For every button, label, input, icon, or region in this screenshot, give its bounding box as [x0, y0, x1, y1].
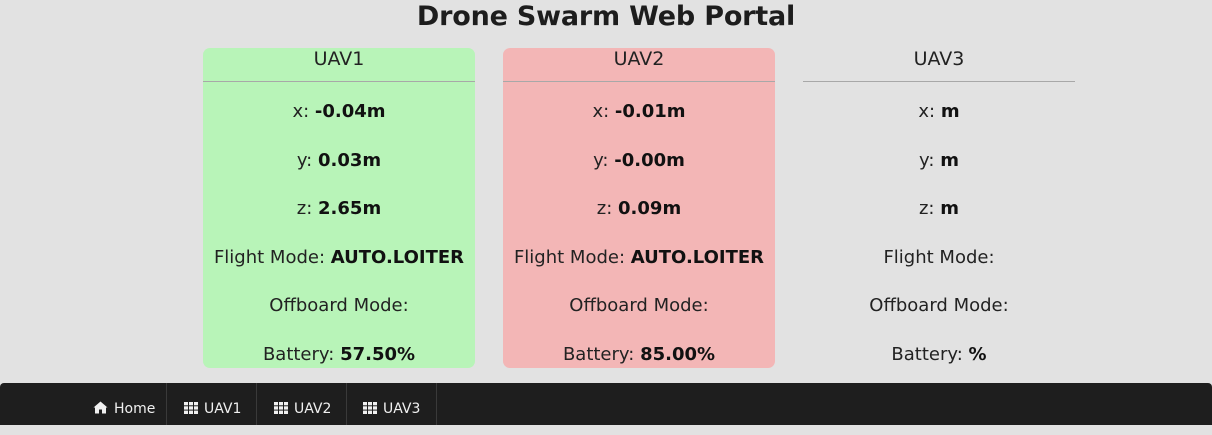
y-position-row: y: 0.03m: [203, 150, 475, 172]
nav-item-uav3[interactable]: UAV3: [347, 383, 437, 425]
z-value: m: [940, 198, 959, 219]
grid-icon: [274, 402, 288, 414]
x-value: -0.01m: [614, 101, 686, 122]
flight-mode-row: Flight Mode: AUTO.LOITER: [203, 247, 475, 269]
y-value: -0.00m: [614, 150, 685, 171]
y-position-row: y: m: [803, 150, 1075, 172]
y-value: m: [940, 150, 959, 171]
flight-mode-label: Flight Mode:: [213, 247, 326, 268]
battery-row: Battery: 85.00%: [503, 344, 775, 366]
battery-row: Battery: 57.50%: [203, 344, 475, 366]
offboard-mode-row: Offboard Mode:: [503, 295, 775, 317]
x-label: x:: [292, 101, 310, 122]
x-position-row: x: -0.01m: [503, 101, 775, 123]
flight-mode-value: AUTO.LOITER: [330, 247, 465, 268]
nav-item-label: UAV2: [294, 401, 332, 417]
z-position-row: z: 2.65m: [203, 198, 475, 220]
flight-mode-row: Flight Mode: AUTO.LOITER: [503, 247, 775, 269]
y-position-row: y: -0.00m: [503, 150, 775, 172]
uav-card-uav3: UAV3 x: m y: m z: m Flight Mode: Offboar…: [803, 48, 1075, 368]
home-icon: [93, 401, 108, 414]
z-position-row: z: 0.09m: [503, 198, 775, 220]
flight-mode-label: Flight Mode:: [883, 247, 995, 268]
grid-icon: [363, 402, 377, 414]
x-value: m: [940, 101, 960, 122]
z-position-row: z: m: [803, 198, 1075, 220]
flight-mode-value: AUTO.LOITER: [630, 247, 765, 268]
battery-row: Battery: %: [803, 344, 1075, 366]
z-value: 2.65m: [318, 198, 382, 219]
card-header: UAV1: [203, 48, 475, 82]
z-label: z:: [296, 198, 313, 219]
offboard-mode-label: Offboard Mode:: [869, 295, 1009, 316]
flight-mode-label: Flight Mode:: [513, 247, 626, 268]
battery-value: 57.50%: [340, 344, 416, 365]
battery-label: Battery:: [262, 344, 335, 365]
z-label: z:: [596, 198, 613, 219]
flight-mode-row: Flight Mode:: [803, 247, 1075, 269]
offboard-mode-row: Offboard Mode:: [803, 295, 1075, 317]
offboard-mode-label: Offboard Mode:: [269, 295, 409, 316]
x-position-row: x: -0.04m: [203, 101, 475, 123]
y-label: y:: [593, 150, 609, 171]
z-label: z:: [918, 198, 935, 219]
grid-icon: [184, 402, 198, 414]
z-value: 0.09m: [618, 198, 682, 219]
y-label: y:: [919, 150, 935, 171]
nav-item-home[interactable]: Home: [77, 383, 167, 425]
offboard-mode-row: Offboard Mode:: [203, 295, 475, 317]
battery-label: Battery:: [891, 344, 963, 365]
x-label: x:: [918, 101, 936, 122]
x-position-row: x: m: [803, 101, 1075, 123]
battery-value: %: [968, 344, 987, 365]
uav-card-uav1: UAV1 x: -0.04m y: 0.03m z: 2.65m Flight …: [203, 48, 475, 368]
battery-value: 85.00%: [640, 344, 716, 365]
bottom-nav-bar: Home UAV1 UAV2 UAV3: [0, 383, 1212, 425]
page-title: Drone Swarm Web Portal: [416, 1, 796, 32]
nav-item-uav2[interactable]: UAV2: [257, 383, 347, 425]
x-value: -0.04m: [314, 101, 386, 122]
offboard-mode-label: Offboard Mode:: [569, 295, 709, 316]
uav-card-uav2: UAV2 x: -0.01m y: -0.00m z: 0.09m Flight…: [503, 48, 775, 368]
nav-item-label: UAV1: [204, 401, 242, 417]
y-value: 0.03m: [317, 150, 382, 171]
nav-item-label: Home: [114, 401, 156, 417]
x-label: x:: [592, 101, 610, 122]
battery-label: Battery:: [562, 344, 635, 365]
y-label: y:: [296, 150, 313, 171]
nav-item-label: UAV3: [383, 401, 421, 417]
card-header: UAV2: [503, 48, 775, 82]
nav-item-uav1[interactable]: UAV1: [167, 383, 257, 425]
card-header: UAV3: [803, 48, 1075, 82]
